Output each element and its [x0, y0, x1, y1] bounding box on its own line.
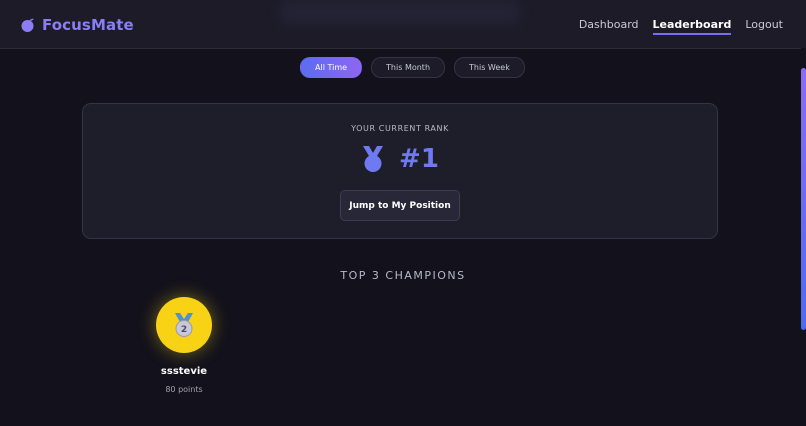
- nav-dashboard[interactable]: Dashboard: [579, 18, 639, 35]
- champion-points: 80 points: [165, 385, 203, 394]
- brand-name: FocusMate: [42, 16, 134, 34]
- time-range-filter: All Time This Month This Week: [300, 57, 525, 78]
- medal-number: 2: [181, 325, 187, 335]
- champion-name: ssstevie: [160, 366, 208, 377]
- filter-all-time[interactable]: All Time: [300, 57, 363, 78]
- main-nav: Dashboard Leaderboard Logout: [579, 18, 783, 35]
- nav-leaderboard[interactable]: Leaderboard: [652, 18, 732, 35]
- champions-title: TOP 3 CHAMPIONS: [340, 269, 466, 282]
- header-blur-decoration: [280, 0, 520, 24]
- leaderboard-page: FocusMate Dashboard Leaderboard Logout A…: [0, 0, 806, 426]
- second-place-medal-icon: 2: [175, 313, 193, 337]
- jump-to-position-button[interactable]: Jump to My Position: [340, 190, 460, 221]
- top-navbar: FocusMate Dashboard Leaderboard Logout: [0, 0, 806, 49]
- rank-display: #1: [83, 144, 717, 174]
- current-rank-card: YOUR CURRENT RANK #1 Jump to My Position: [82, 103, 718, 239]
- brand-link[interactable]: FocusMate: [20, 16, 134, 34]
- rank-value: #1: [399, 144, 439, 174]
- champion-card[interactable]: 2 ssstevie 80 points: [134, 297, 234, 394]
- filter-this-week[interactable]: This Week: [454, 57, 525, 78]
- nav-logout[interactable]: Logout: [745, 18, 783, 35]
- fruit-icon: [21, 18, 34, 32]
- medal-icon: [363, 146, 384, 172]
- scrollbar-thumb[interactable]: [801, 68, 806, 330]
- filter-this-month[interactable]: This Month: [371, 57, 446, 78]
- champion-avatar: 2: [156, 297, 212, 353]
- rank-label: YOUR CURRENT RANK: [351, 124, 449, 133]
